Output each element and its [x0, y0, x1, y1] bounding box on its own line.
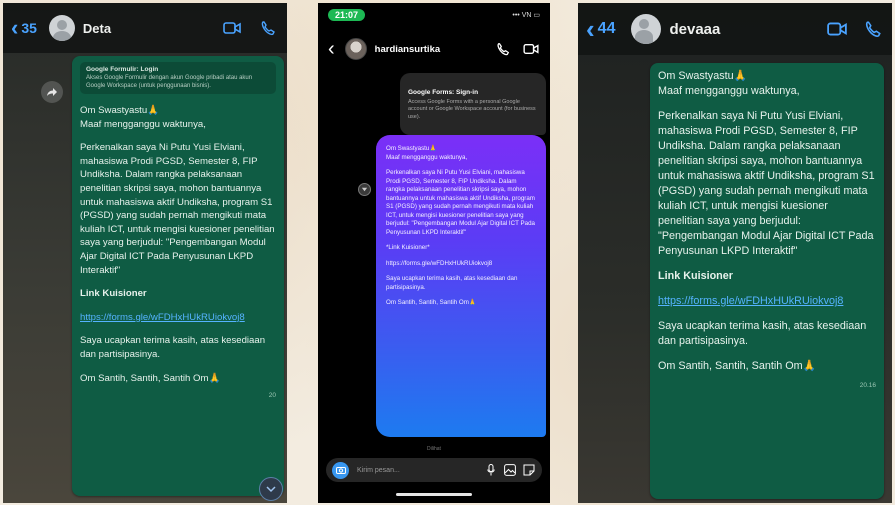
link-preview-card[interactable]: Google Formulir: Login Akses Google Form… — [80, 62, 276, 94]
gallery-icon[interactable] — [503, 463, 517, 477]
video-call-icon[interactable] — [826, 19, 848, 39]
message-bubble[interactable]: Google Formulir: Login Akses Google Form… — [72, 56, 284, 496]
message-timestamp: 20.16 — [859, 382, 876, 389]
whatsapp-screen-devaaa: ‹ 44 devaaa Om Swastyastu🙏 Maaf menggang… — [578, 3, 892, 503]
questionnaire-link[interactable]: https://forms.gle/wFDHxHUkRUiokvoj8 — [658, 294, 876, 309]
video-call-icon[interactable] — [522, 42, 540, 56]
intro-text: Perkenalkan saya Ni Putu Yusi Elviani, m… — [658, 110, 875, 257]
phone-icon[interactable] — [494, 42, 512, 56]
avatar[interactable] — [344, 38, 367, 60]
status-time: 21:07 — [328, 9, 366, 21]
chevron-left-icon: ‹ — [11, 15, 19, 40]
forward-icon[interactable] — [41, 81, 63, 103]
chevron-left-icon: ‹ — [586, 14, 595, 44]
message-timestamp: 20 — [268, 392, 276, 400]
sender-avatar — [358, 183, 371, 196]
link-preview-card[interactable]: Google Forms: Sign-in Access Google Form… — [400, 73, 546, 135]
link-heading: Link Kuisioner — [80, 288, 147, 300]
phone-icon[interactable] — [862, 19, 884, 39]
thanks-text: Saya ucapkan terima kasih, atas kesediaa… — [658, 320, 867, 347]
preview-title: Google Formulir: Login — [86, 66, 159, 73]
phone-icon[interactable] — [257, 18, 279, 38]
chat-header: ‹ 44 devaaa — [578, 3, 892, 55]
video-call-icon[interactable] — [221, 18, 243, 38]
questionnaire-link[interactable]: https://forms.gle/wFDHxHUkRUiokvoj8 — [386, 260, 536, 269]
contact-name[interactable]: hardiansurtika — [375, 44, 489, 55]
closing-text: Om Santih, Santih, Santih Om🙏 — [658, 360, 817, 372]
chat-header: ‹ 35 Deta — [3, 3, 287, 53]
message-bubble[interactable]: Om Swastyastu🙏 Maaf mengganggu waktunya,… — [650, 63, 884, 499]
contact-name[interactable]: devaaa — [669, 21, 812, 38]
chevron-down-icon — [266, 486, 276, 493]
avatar[interactable] — [48, 15, 75, 41]
contact-name[interactable]: Deta — [83, 21, 207, 36]
closing-text: Om Santih, Santih, Santih Om🙏 — [80, 372, 221, 384]
closing-text: Om Santih, Santih, Santih Om🙏 — [386, 299, 477, 306]
chat-header: ‹ hardiansurtika — [318, 27, 550, 71]
preview-title: Google Forms: Sign-in — [408, 89, 479, 96]
message-composer: Kirim pesan... — [326, 458, 542, 482]
seen-status: Dilihat — [427, 446, 441, 452]
chevron-down-icon — [361, 187, 368, 192]
link-heading: *Link Kuisioner* — [386, 244, 430, 251]
scroll-down-button[interactable] — [259, 477, 283, 501]
mic-icon[interactable] — [484, 463, 498, 477]
message-input[interactable]: Kirim pesan... — [357, 467, 479, 474]
greeting-text: Om Swastyastu🙏 Maaf mengganggu waktunya, — [80, 105, 206, 130]
unread-count: 35 — [21, 20, 37, 36]
unread-count: 44 — [597, 20, 616, 37]
sticker-icon[interactable] — [522, 463, 536, 477]
preview-text: Akses Google Formulir dengan akun Google… — [86, 75, 253, 89]
back-button[interactable]: ‹ 35 — [11, 17, 37, 39]
greeting-text: Om Swastyastu🙏 Maaf mengganggu waktunya, — [386, 145, 468, 161]
thanks-text: Saya ucapkan terima kasih, atas kesediaa… — [80, 335, 266, 360]
avatar[interactable] — [631, 14, 662, 44]
status-indicators: ••• VN ▭ — [512, 12, 540, 19]
status-bar: 21:07 ••• VN ▭ — [318, 3, 550, 27]
back-button[interactable]: ‹ 44 — [586, 16, 615, 42]
intro-text: Perkenalkan saya Ni Putu Yusi Elviani, m… — [80, 142, 275, 276]
instagram-dm-screen: 21:07 ••• VN ▭ ‹ hardiansurtika Google F… — [318, 3, 550, 503]
message-bubble[interactable]: Om Swastyastu🙏 Maaf mengganggu waktunya,… — [376, 135, 546, 437]
camera-icon[interactable] — [332, 461, 349, 479]
link-heading: Link Kuisioner — [658, 270, 733, 282]
greeting-text: Om Swastyastu🙏 Maaf mengganggu waktunya, — [658, 70, 800, 97]
whatsapp-screen-deta: ‹ 35 Deta Google Formulir: Login Akses G… — [3, 3, 287, 503]
intro-text: Perkenalkan saya Ni Putu Yusi Elviani, m… — [386, 169, 535, 236]
home-indicator[interactable] — [396, 493, 472, 496]
preview-text: Access Google Forms with a personal Goog… — [408, 98, 536, 120]
chevron-left-icon[interactable]: ‹ — [328, 38, 335, 61]
thanks-text: Saya ucapkan terima kasih, atas kesediaa… — [386, 275, 518, 291]
questionnaire-link[interactable]: https://forms.gle/wFDHxHUkRUiokvoj8 — [80, 311, 276, 325]
